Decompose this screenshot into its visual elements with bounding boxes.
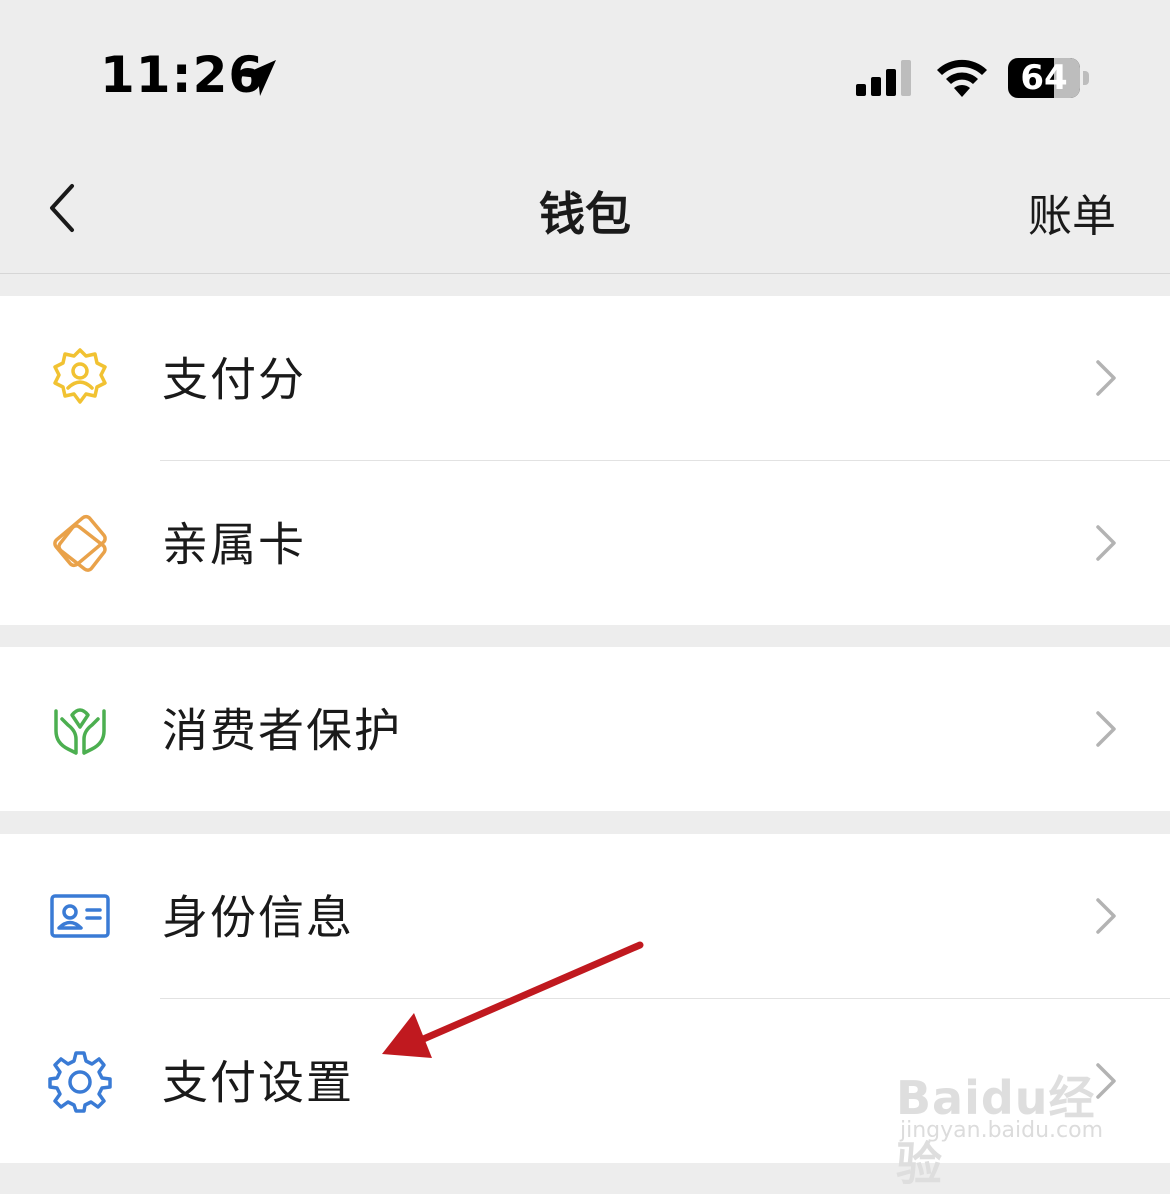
chevron-right-icon xyxy=(1096,525,1116,561)
pay-score-icon xyxy=(53,348,107,404)
id-card-icon xyxy=(50,894,110,938)
bills-button[interactable]: 账单 xyxy=(1028,180,1116,244)
battery-indicator: 64 xyxy=(1008,58,1090,100)
menu-group-2: 消费者保护 xyxy=(0,647,1170,811)
menu-group-3: 身份信息 支付设置 xyxy=(0,834,1170,1163)
menu-item-label: 支付分 xyxy=(162,352,306,407)
menu-item-label: 支付设置 xyxy=(162,1055,354,1110)
menu-item-label: 亲属卡 xyxy=(162,517,306,572)
gear-icon xyxy=(48,1051,112,1113)
menu-item-identity-info[interactable]: 身份信息 xyxy=(0,834,1170,998)
menu-item-pay-score[interactable]: 支付分 xyxy=(0,296,1170,460)
location-arrow-icon xyxy=(240,60,276,96)
battery-body: 64 xyxy=(1008,58,1080,98)
menu-item-family-card[interactable]: 亲属卡 xyxy=(0,461,1170,625)
menu-item-label: 身份信息 xyxy=(162,890,354,945)
status-bar: 11:26 64 xyxy=(0,0,1170,140)
chevron-right-icon xyxy=(1096,1063,1116,1099)
navigation-bar: 钱包 账单 xyxy=(0,140,1170,274)
menu-item-payment-settings[interactable]: 支付设置 xyxy=(0,999,1170,1163)
menu-item-label: 消费者保护 xyxy=(162,703,402,758)
consumer-protection-icon xyxy=(54,708,106,755)
wifi-icon xyxy=(937,59,987,97)
chevron-right-icon xyxy=(1096,711,1116,747)
family-card-icon xyxy=(53,514,107,572)
chevron-right-icon xyxy=(1096,360,1116,396)
battery-cap xyxy=(1083,71,1089,85)
battery-percentage: 64 xyxy=(1020,58,1068,98)
chevron-right-icon xyxy=(1096,898,1116,934)
cellular-signal-icon xyxy=(856,60,911,96)
page-title: 钱包 xyxy=(539,187,631,241)
menu-group-1: 支付分 亲属卡 xyxy=(0,296,1170,625)
menu-item-consumer-protection[interactable]: 消费者保护 xyxy=(0,647,1170,811)
